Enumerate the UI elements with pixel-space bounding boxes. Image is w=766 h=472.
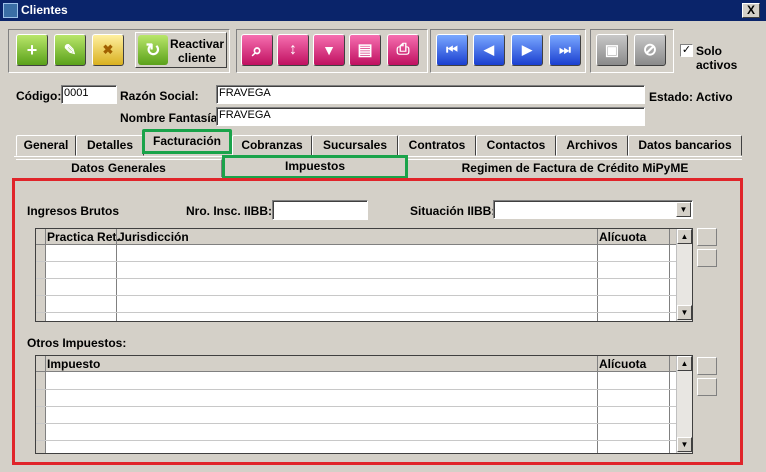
save-button[interactable]: ▣ xyxy=(596,34,628,66)
scroll-down-icon[interactable]: ▼ xyxy=(677,437,692,452)
grid-col-divider xyxy=(597,356,598,453)
delete-icon: ✖ xyxy=(102,42,114,57)
first-record-button[interactable]: ⏮ xyxy=(436,34,468,66)
skip-first-icon: ⏮ xyxy=(446,42,458,57)
filter-icon: ▼ xyxy=(322,42,336,58)
codigo-label: Código: xyxy=(16,89,62,103)
nombre-fantasia-label: Nombre Fantasía: xyxy=(120,111,222,125)
save-icon: ▣ xyxy=(604,42,620,59)
grid-row-line xyxy=(36,278,676,279)
subtab-regimen-mipyme[interactable]: Regimen de Factura de Crédito MiPyME xyxy=(408,159,742,177)
grid-row-line xyxy=(36,440,676,441)
tab-cobranzas[interactable]: Cobranzas xyxy=(232,135,312,156)
pencil-icon: ✎ xyxy=(63,42,77,59)
col-alicuota[interactable]: Alícuota xyxy=(599,357,646,371)
situacion-iibb-select[interactable]: ▼ xyxy=(493,200,693,219)
estado-text: Estado: Activo xyxy=(649,90,733,104)
sort-button[interactable]: ↕ xyxy=(277,34,309,66)
solo-activos-label: Solo activos xyxy=(696,44,738,72)
reactivar-label: Reactivar cliente xyxy=(169,37,225,65)
solo-activos-checkbox[interactable]: ✓ xyxy=(680,44,693,57)
nro-insc-iibb-input[interactable] xyxy=(272,200,368,220)
scroll-up-icon[interactable]: ▲ xyxy=(677,356,692,371)
tab-datos-bancarios[interactable]: Datos bancarios xyxy=(628,135,742,156)
filter-button[interactable]: ▼ xyxy=(313,34,345,66)
last-record-button[interactable]: ⏭ xyxy=(549,34,581,66)
close-button[interactable]: X xyxy=(742,3,760,18)
subtab-impuestos[interactable]: Impuestos xyxy=(222,155,408,179)
situacion-iibb-label: Situación IIBB: xyxy=(410,204,496,218)
delete-button[interactable]: ✖ xyxy=(92,34,124,66)
tab-contactos[interactable]: Contactos xyxy=(476,135,556,156)
clipboard-icon: ▤ xyxy=(357,42,373,59)
subtab-datos-generales[interactable]: Datos Generales xyxy=(16,159,222,177)
next-record-button[interactable]: ▶ xyxy=(511,34,543,66)
tab-general[interactable]: General xyxy=(16,135,76,156)
edit-button[interactable]: ✎ xyxy=(54,34,86,66)
nro-insc-iibb-label: Nro. Insc. IIBB: xyxy=(186,204,273,218)
cancel-button[interactable]: ⊘ xyxy=(634,34,666,66)
grid-row-line xyxy=(36,389,676,390)
arrow-left-icon: ◀ xyxy=(484,42,494,57)
refresh-icon: ↻ xyxy=(138,35,168,65)
col-practica-ret[interactable]: Practica Ret. xyxy=(47,230,120,244)
grid2-remove-row-button[interactable] xyxy=(697,378,717,396)
grid2-add-row-button[interactable] xyxy=(697,357,717,375)
tab-sucursales[interactable]: Sucursales xyxy=(312,135,398,156)
printer-icon: ⎙ xyxy=(396,41,410,58)
arrow-right-icon: ▶ xyxy=(522,42,532,57)
grid-col-divider xyxy=(669,356,670,453)
tab-detalles[interactable]: Detalles xyxy=(76,135,144,156)
grid-col-divider xyxy=(669,229,670,321)
chevron-down-icon[interactable]: ▼ xyxy=(676,202,691,217)
col-impuesto[interactable]: Impuesto xyxy=(47,357,100,371)
razon-social-input[interactable]: FRAVEGA xyxy=(216,85,645,104)
otros-impuestos-title: Otros Impuestos: xyxy=(27,336,127,350)
add-button[interactable]: + xyxy=(16,34,48,66)
print-button[interactable]: ⎙ xyxy=(387,34,419,66)
iibb-grid[interactable]: Practica Ret. Jurisdicción Alícuota ▲ ▼ xyxy=(35,228,693,322)
row-indicator-column xyxy=(36,245,45,321)
grid1-add-row-button[interactable] xyxy=(697,228,717,246)
search-icon: ⌕ xyxy=(251,39,263,60)
ingresos-brutos-title: Ingresos Brutos xyxy=(27,204,120,218)
grid-col-divider xyxy=(45,229,46,321)
nombre-fantasia-input[interactable]: FRAVEGA xyxy=(216,107,645,126)
grid-col-divider xyxy=(597,229,598,321)
window-title: Clientes xyxy=(21,3,68,17)
iibb-grid-scrollbar[interactable]: ▲ ▼ xyxy=(676,229,692,321)
col-alicuota[interactable]: Alícuota xyxy=(599,230,646,244)
clipboard-button[interactable]: ▤ xyxy=(349,34,381,66)
col-jurisdiccion[interactable]: Jurisdicción xyxy=(118,230,189,244)
grid-col-divider xyxy=(45,356,46,453)
sort-az-icon: ↕ xyxy=(289,41,297,58)
search-button[interactable]: ⌕ xyxy=(241,34,273,66)
grid-row-line xyxy=(36,406,676,407)
otros-grid-scrollbar[interactable]: ▲ ▼ xyxy=(676,356,692,453)
razon-social-label: Razón Social: xyxy=(120,89,199,103)
grid-row-line xyxy=(36,312,676,313)
skip-last-icon: ⏭ xyxy=(559,42,571,57)
otros-impuestos-grid[interactable]: Impuesto Alícuota ▲ ▼ xyxy=(35,355,693,454)
grid-row-line xyxy=(36,423,676,424)
tab-facturacion[interactable]: Facturación xyxy=(142,129,232,154)
previous-record-button[interactable]: ◀ xyxy=(473,34,505,66)
reactivar-cliente-button[interactable]: ↻ Reactivar cliente xyxy=(135,32,227,68)
grid1-remove-row-button[interactable] xyxy=(697,249,717,267)
grid-row-line xyxy=(36,295,676,296)
grid-col-divider xyxy=(116,229,117,321)
plus-icon: + xyxy=(26,39,38,60)
tab-archivos[interactable]: Archivos xyxy=(556,135,628,156)
app-icon xyxy=(3,3,18,18)
grid-row-line xyxy=(36,261,676,262)
codigo-input[interactable]: 0001 xyxy=(61,85,117,104)
otros-grid-header xyxy=(36,356,676,372)
scroll-down-icon[interactable]: ▼ xyxy=(677,305,692,320)
cancel-icon: ⊘ xyxy=(642,40,658,59)
title-bar: Clientes X xyxy=(0,0,766,21)
tab-contratos[interactable]: Contratos xyxy=(398,135,476,156)
scroll-up-icon[interactable]: ▲ xyxy=(677,229,692,244)
